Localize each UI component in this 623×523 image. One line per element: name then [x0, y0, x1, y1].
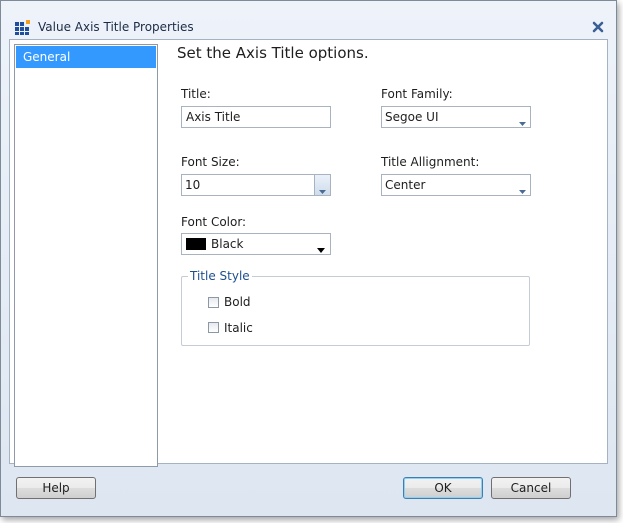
chevron-down-icon	[519, 115, 526, 129]
chevron-down-icon	[319, 183, 326, 197]
page-title: Set the Axis Title options.	[177, 44, 369, 62]
window-title: Value Axis Title Properties	[38, 20, 194, 34]
italic-checkbox[interactable]	[208, 322, 219, 333]
bold-checkbox[interactable]	[208, 297, 219, 308]
font-family-label: Font Family:	[381, 87, 453, 101]
dialog-client-area: General Set the Axis Title options. Titl…	[9, 39, 608, 467]
cancel-button[interactable]: Cancel	[491, 477, 571, 499]
chart-grid-icon	[15, 19, 31, 35]
font-color-select[interactable]: Black	[181, 233, 331, 255]
sidebar: General	[14, 44, 158, 467]
font-size-label: Font Size:	[181, 155, 240, 169]
options-panel: Set the Axis Title options. Title: Axis …	[162, 40, 607, 463]
help-button[interactable]: Help	[16, 477, 96, 499]
chevron-down-icon	[519, 183, 526, 197]
title-bar: Value Axis Title Properties	[1, 1, 616, 37]
sidebar-item-general[interactable]: General	[16, 46, 156, 68]
alignment-value: Center	[385, 178, 426, 192]
ok-button[interactable]: OK	[403, 477, 483, 499]
alignment-label: Title Allignment:	[381, 155, 480, 169]
font-family-value: Segoe UI	[385, 110, 439, 124]
title-style-group: Title Style Bold Italic	[181, 269, 530, 346]
font-color-label: Font Color:	[181, 215, 247, 229]
chevron-down-icon	[317, 242, 325, 256]
title-style-legend: Title Style	[188, 269, 252, 283]
font-size-select[interactable]: 10	[181, 174, 331, 196]
title-input[interactable]: Axis Title	[181, 106, 331, 128]
font-color-value: Black	[211, 237, 244, 251]
font-size-value: 10	[185, 178, 201, 192]
font-family-select[interactable]: Segoe UI	[381, 106, 531, 128]
color-swatch	[186, 238, 206, 250]
alignment-select[interactable]: Center	[381, 174, 531, 196]
title-label: Title:	[181, 87, 211, 101]
italic-label: Italic	[224, 321, 253, 335]
bold-label: Bold	[224, 295, 251, 309]
dialog-window: Value Axis Title Properties General Set …	[0, 0, 617, 517]
close-icon[interactable]	[590, 19, 606, 35]
